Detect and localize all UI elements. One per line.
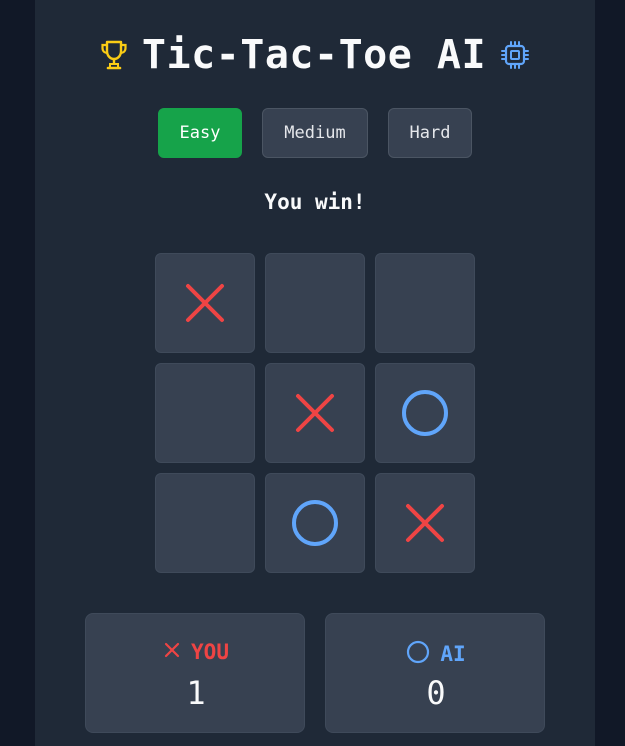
game-panel: Tic-Tac-Toe AI Easy Medium Hard You win!: [35, 0, 595, 746]
board-cell-6[interactable]: [375, 363, 475, 463]
board-cell-3[interactable]: [375, 253, 475, 353]
chip-icon: [500, 40, 530, 70]
x-mark: [186, 284, 224, 322]
o-mark: [292, 500, 338, 546]
difficulty-selector: Easy Medium Hard: [35, 108, 595, 158]
ai-score-card: AI 0: [325, 613, 545, 733]
game-board: [155, 253, 475, 573]
game-status: You win!: [264, 190, 366, 214]
x-icon: [163, 641, 181, 663]
hard-button[interactable]: Hard: [388, 108, 472, 158]
player-score-value: 1: [186, 674, 206, 712]
ai-score-label: AI: [440, 642, 466, 666]
x-mark: [296, 394, 334, 432]
trophy-icon: [100, 39, 128, 71]
ai-score-value: 0: [426, 674, 446, 712]
board-cell-1[interactable]: [155, 253, 255, 353]
board-cell-7[interactable]: [155, 473, 255, 573]
o-icon: [406, 640, 430, 668]
board-cell-4[interactable]: [155, 363, 255, 463]
player-score-card: YOU 1: [85, 613, 305, 733]
header: Tic-Tac-Toe AI: [35, 30, 595, 80]
player-score-label: YOU: [191, 640, 229, 664]
board-cell-5[interactable]: [265, 363, 365, 463]
board-cell-8[interactable]: [265, 473, 365, 573]
board-cell-2[interactable]: [265, 253, 365, 353]
page-title: Tic-Tac-Toe AI: [141, 32, 487, 78]
medium-button[interactable]: Medium: [262, 108, 368, 158]
board-cell-9[interactable]: [375, 473, 475, 573]
easy-button[interactable]: Easy: [158, 108, 242, 158]
x-mark: [406, 504, 444, 542]
o-mark: [402, 390, 448, 436]
